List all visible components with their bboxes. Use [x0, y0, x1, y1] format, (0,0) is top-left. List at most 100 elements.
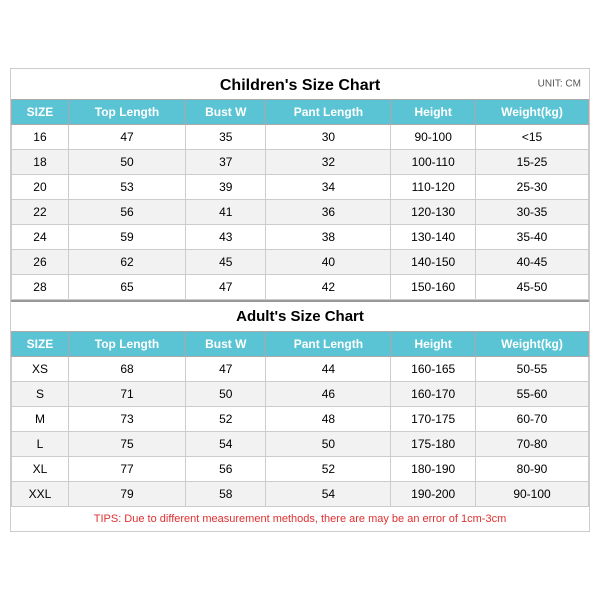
table-cell: L — [12, 432, 69, 457]
table-cell: 73 — [68, 407, 185, 432]
table-row: 18503732100-11015-25 — [12, 150, 589, 175]
table-cell: 32 — [266, 150, 391, 175]
table-cell: 65 — [68, 275, 185, 300]
adult-col-height: Height — [391, 332, 476, 357]
table-cell: S — [12, 382, 69, 407]
table-cell: XL — [12, 457, 69, 482]
table-cell: 16 — [12, 125, 69, 150]
table-cell: 37 — [186, 150, 266, 175]
table-cell: 22 — [12, 200, 69, 225]
table-row: XS684744160-16550-55 — [12, 357, 589, 382]
children-header-row: SIZE Top Length Bust W Pant Length Heigh… — [12, 100, 589, 125]
table-cell: 58 — [186, 482, 266, 507]
table-cell: 120-130 — [391, 200, 476, 225]
table-cell: 42 — [266, 275, 391, 300]
table-row: S715046160-17055-60 — [12, 382, 589, 407]
table-cell: 26 — [12, 250, 69, 275]
children-col-top-length: Top Length — [68, 100, 185, 125]
children-chart-title: Children's Size Chart — [220, 77, 380, 94]
children-col-bust: Bust W — [186, 100, 266, 125]
table-cell: 62 — [68, 250, 185, 275]
table-cell: 40 — [266, 250, 391, 275]
children-col-height: Height — [391, 100, 476, 125]
table-cell: <15 — [476, 125, 589, 150]
table-cell: 52 — [266, 457, 391, 482]
table-cell: 46 — [266, 382, 391, 407]
adult-chart-title: Adult's Size Chart — [11, 300, 589, 331]
table-cell: 130-140 — [391, 225, 476, 250]
table-cell: 18 — [12, 150, 69, 175]
table-cell: 71 — [68, 382, 185, 407]
table-cell: 45 — [186, 250, 266, 275]
table-cell: 50 — [186, 382, 266, 407]
table-cell: 60-70 — [476, 407, 589, 432]
table-cell: 54 — [266, 482, 391, 507]
table-cell: 56 — [186, 457, 266, 482]
table-cell: 50-55 — [476, 357, 589, 382]
table-cell: 80-90 — [476, 457, 589, 482]
adult-col-top-length: Top Length — [68, 332, 185, 357]
table-cell: 38 — [266, 225, 391, 250]
table-cell: 160-170 — [391, 382, 476, 407]
table-row: 1647353090-100<15 — [12, 125, 589, 150]
table-cell: 55-60 — [476, 382, 589, 407]
table-cell: 50 — [266, 432, 391, 457]
children-title-row: Children's Size Chart UNIT: CM — [11, 69, 589, 99]
table-row: 26624540140-15040-45 — [12, 250, 589, 275]
table-cell: 43 — [186, 225, 266, 250]
table-cell: 48 — [266, 407, 391, 432]
table-row: XL775652180-19080-90 — [12, 457, 589, 482]
table-cell: 52 — [186, 407, 266, 432]
table-cell: 70-80 — [476, 432, 589, 457]
table-row: 22564136120-13030-35 — [12, 200, 589, 225]
table-cell: 56 — [68, 200, 185, 225]
adult-table: SIZE Top Length Bust W Pant Length Heigh… — [11, 331, 589, 507]
table-row: 24594338130-14035-40 — [12, 225, 589, 250]
table-cell: 41 — [186, 200, 266, 225]
table-cell: 35 — [186, 125, 266, 150]
table-cell: 36 — [266, 200, 391, 225]
adult-header-row: SIZE Top Length Bust W Pant Length Heigh… — [12, 332, 589, 357]
unit-label: UNIT: CM — [538, 79, 581, 90]
table-cell: 30 — [266, 125, 391, 150]
table-cell: 53 — [68, 175, 185, 200]
table-cell: 47 — [68, 125, 185, 150]
table-cell: 59 — [68, 225, 185, 250]
table-cell: 150-160 — [391, 275, 476, 300]
adult-col-size: SIZE — [12, 332, 69, 357]
tips-text: TIPS: Due to different measurement metho… — [11, 507, 589, 531]
table-cell: 110-120 — [391, 175, 476, 200]
table-cell: 47 — [186, 357, 266, 382]
table-cell: 68 — [68, 357, 185, 382]
table-cell: 44 — [266, 357, 391, 382]
table-cell: 45-50 — [476, 275, 589, 300]
table-cell: 90-100 — [476, 482, 589, 507]
table-cell: 25-30 — [476, 175, 589, 200]
adult-col-bust: Bust W — [186, 332, 266, 357]
table-cell: 90-100 — [391, 125, 476, 150]
children-col-pant-length: Pant Length — [266, 100, 391, 125]
table-cell: M — [12, 407, 69, 432]
table-row: XXL795854190-20090-100 — [12, 482, 589, 507]
table-row: 20533934110-12025-30 — [12, 175, 589, 200]
table-cell: 160-165 — [391, 357, 476, 382]
table-cell: 28 — [12, 275, 69, 300]
children-table: SIZE Top Length Bust W Pant Length Heigh… — [11, 99, 589, 300]
table-cell: 77 — [68, 457, 185, 482]
table-cell: XS — [12, 357, 69, 382]
table-cell: 35-40 — [476, 225, 589, 250]
table-cell: 34 — [266, 175, 391, 200]
table-cell: 180-190 — [391, 457, 476, 482]
table-row: M735248170-17560-70 — [12, 407, 589, 432]
children-col-weight: Weight(kg) — [476, 100, 589, 125]
table-cell: 170-175 — [391, 407, 476, 432]
adult-col-pant-length: Pant Length — [266, 332, 391, 357]
table-cell: 30-35 — [476, 200, 589, 225]
adult-col-weight: Weight(kg) — [476, 332, 589, 357]
table-cell: 40-45 — [476, 250, 589, 275]
table-cell: 54 — [186, 432, 266, 457]
table-cell: 75 — [68, 432, 185, 457]
children-col-size: SIZE — [12, 100, 69, 125]
table-cell: 190-200 — [391, 482, 476, 507]
table-cell: XXL — [12, 482, 69, 507]
